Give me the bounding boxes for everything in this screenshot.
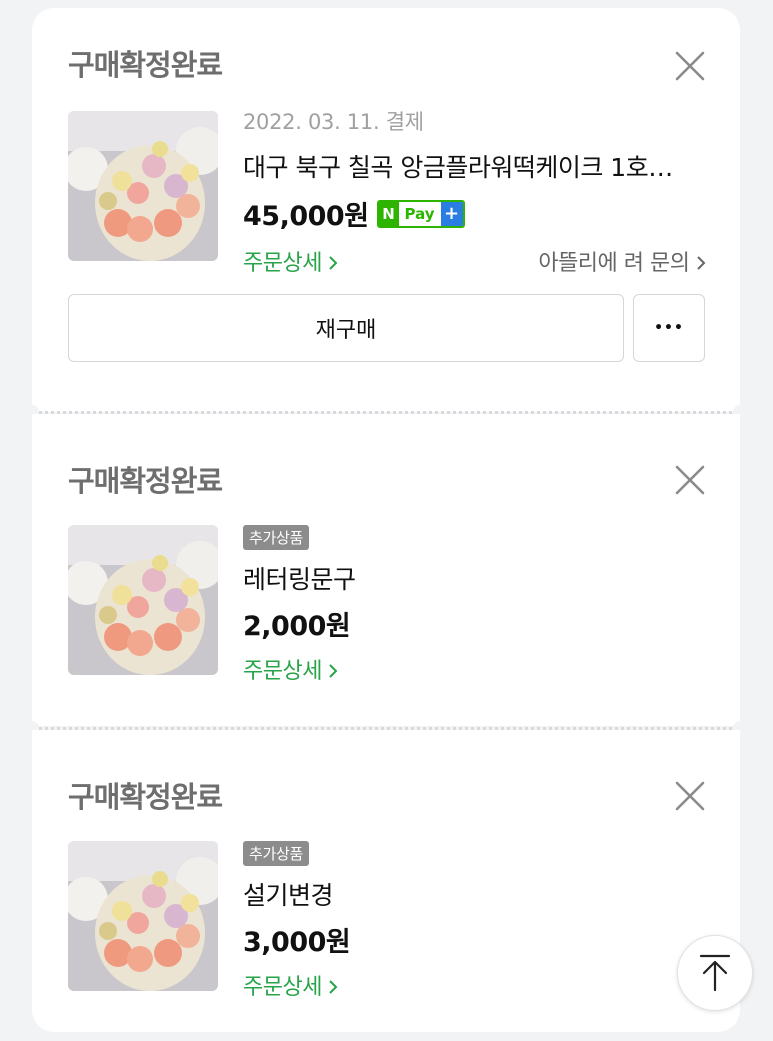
order-status: 구매확정완료	[68, 464, 223, 498]
chevron-right-icon	[329, 980, 338, 994]
order-status: 구매확정완료	[68, 48, 223, 82]
seller-inquiry-link[interactable]: 아뜰리에 려 문의	[538, 245, 706, 277]
scroll-top-icon	[699, 954, 731, 992]
order-info: 추가상품 레터링문구 2,000원 주문상세	[243, 525, 706, 685]
product-name[interactable]: 대구 북구 칠곡 앙금플라워떡케이크 1호…	[243, 148, 706, 184]
chevron-right-icon	[329, 256, 338, 270]
product-price: 45,000원	[243, 201, 369, 232]
product-thumbnail[interactable]	[68, 841, 218, 991]
product-thumbnail[interactable]	[68, 525, 218, 675]
chevron-right-icon	[329, 664, 338, 678]
payment-date: 2022. 03. 11. 결제	[243, 110, 424, 134]
close-icon[interactable]	[674, 464, 706, 496]
add-on-badge: 추가상품	[243, 525, 310, 550]
npay-plus-icon: +	[440, 201, 463, 226]
close-icon[interactable]	[674, 50, 706, 82]
chevron-right-icon	[697, 256, 706, 270]
npay-pay-label: Pay	[404, 204, 435, 223]
product-price: 3,000원	[243, 927, 351, 958]
npay-plus-badge: N Pay +	[376, 199, 465, 228]
product-thumbnail[interactable]	[68, 111, 218, 261]
order-detail-link[interactable]: 주문상세	[243, 245, 338, 277]
close-icon[interactable]	[674, 780, 706, 812]
order-card-1: 구매확정완료 2022. 03. 11. 결제 대구 북구 칠곡 앙금플라워떡케…	[32, 8, 740, 412]
rebuy-button[interactable]: 재구매	[68, 294, 624, 362]
product-price: 2,000원	[243, 611, 351, 642]
order-status: 구매확정완료	[68, 780, 223, 814]
order-info: 2022. 03. 11. 결제 대구 북구 칠곡 앙금플라워떡케이크 1호… …	[243, 106, 706, 277]
add-on-badge: 추가상품	[243, 841, 310, 866]
order-card-2: 구매확정완료 추가상품 레터링문구 2,000원 주문상세	[32, 414, 740, 726]
order-detail-link[interactable]: 주문상세	[243, 975, 338, 1000]
order-card-3: 구매확정완료 추가상품 설기변경 3,000원 주문상세	[32, 730, 740, 1032]
npay-n-logo: N	[378, 201, 399, 226]
order-info: 추가상품 설기변경 3,000원 주문상세	[243, 841, 706, 1001]
more-options-button[interactable]: •••	[633, 294, 705, 362]
order-detail-link[interactable]: 주문상세	[243, 659, 338, 684]
product-name[interactable]: 설기변경	[243, 876, 706, 912]
product-name[interactable]: 레터링문구	[243, 560, 706, 596]
scroll-top-button[interactable]	[677, 935, 753, 1011]
